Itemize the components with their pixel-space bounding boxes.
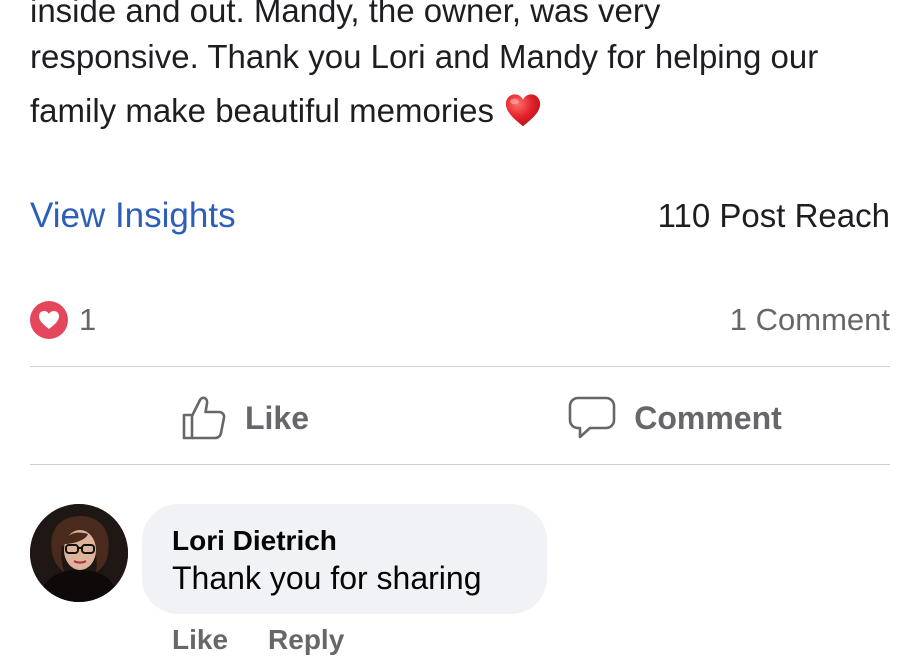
post-text-line: inside and out. Mandy, the owner, was ve… <box>30 0 661 29</box>
view-insights-link[interactable]: View Insights <box>30 196 236 236</box>
reaction-count: 1 <box>79 302 97 337</box>
post-text-line-content: family make beautiful memories <box>30 92 494 129</box>
post-text: inside and out. Mandy, the owner, was ve… <box>30 0 910 134</box>
reaction-summary[interactable]: 1 <box>30 301 96 339</box>
post-text-line: responsive. Thank you Lori and Mandy for… <box>30 38 819 75</box>
post-text-line-last: family make beautiful memories <box>30 88 910 134</box>
comment-like-link[interactable]: Like <box>172 624 228 656</box>
comment-bubble: Lori Dietrich Thank you for sharing <box>142 504 547 614</box>
insights-row: View Insights 110 Post Reach <box>30 192 890 240</box>
red-heart-emoji-icon <box>505 94 541 127</box>
comment-reply-link[interactable]: Reply <box>268 624 344 656</box>
divider <box>30 464 890 465</box>
avatar[interactable] <box>30 504 128 602</box>
comment-bubble-icon <box>568 396 616 439</box>
comment-count-link[interactable]: 1 Comment <box>730 302 890 338</box>
post-reach-count: 110 Post Reach <box>657 197 890 234</box>
action-bar: Like Comment <box>30 390 890 446</box>
comment-text: Thank you for sharing <box>172 560 482 596</box>
love-reaction-icon <box>30 301 68 339</box>
reactions-row: 1 1 Comment <box>30 298 890 342</box>
comment-button[interactable]: Comment <box>460 390 890 446</box>
divider <box>30 366 890 367</box>
comment-actions: Like Reply <box>172 624 344 656</box>
like-button[interactable]: Like <box>30 390 460 446</box>
profile-photo <box>30 504 128 602</box>
thumbs-up-icon <box>182 396 226 440</box>
like-button-label: Like <box>244 399 310 436</box>
comment-author-name[interactable]: Lori Dietrich <box>172 524 517 558</box>
comment-button-label: Comment <box>634 399 782 436</box>
